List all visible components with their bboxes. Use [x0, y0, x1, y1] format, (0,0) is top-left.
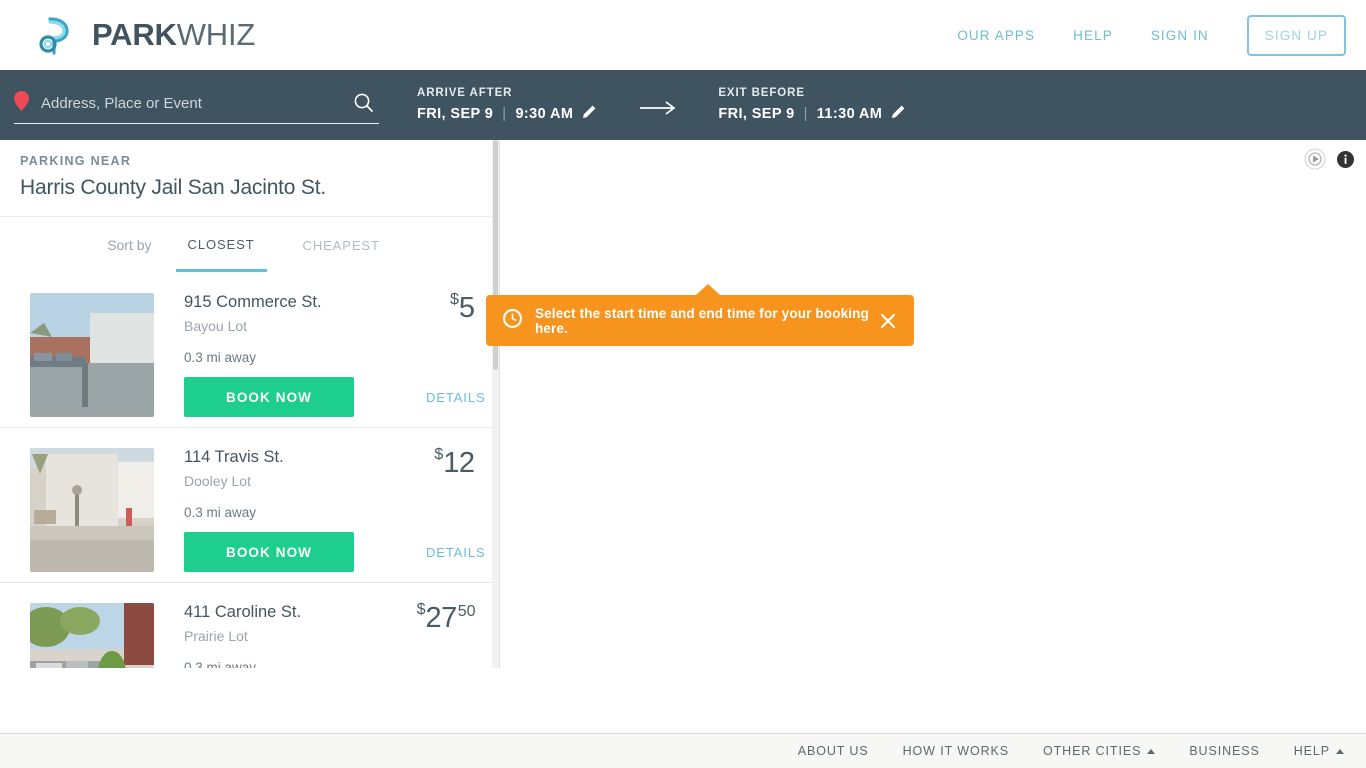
listing-distance: 0.3 mi away [184, 505, 257, 520]
parkwhiz-logo-icon [34, 11, 82, 59]
listing-distance: 0.3 mi away [184, 350, 257, 365]
map-canvas[interactable] [500, 140, 1366, 668]
primary-nav: OUR APPS HELP SIGN IN SIGN UP [957, 14, 1346, 56]
results-panel: PARKING NEAR Harris County Jail San Jaci… [0, 140, 500, 668]
panel-header: PARKING NEAR Harris County Jail San Jaci… [0, 140, 499, 216]
listing-info: 915 Commerce St. Bayou Lot 0.3 mi away B… [154, 291, 486, 417]
book-now-button[interactable]: BOOK NOW [184, 377, 354, 417]
site-header: PARKWHIZ OUR APPS HELP SIGN IN SIGN UP [0, 0, 1366, 70]
search-bar: ARRIVE AFTER FRI, SEP 9 | 9:30 AM EXIT B… [0, 70, 1366, 140]
pencil-icon[interactable] [582, 105, 596, 123]
listing-lot-name: Bayou Lot [184, 318, 248, 334]
listing-price: $5 [450, 291, 476, 325]
street-view-pegman-icon[interactable] [1304, 148, 1326, 175]
logo[interactable]: PARKWHIZ [34, 11, 255, 59]
site-footer: ABOUT US HOW IT WORKS OTHER CITIES BUSIN… [0, 733, 1366, 768]
exit-separator: | [803, 106, 808, 122]
listing-distance: 0.3 mi away [184, 660, 257, 668]
listing-info: 114 Travis St. Dooley Lot 0.3 mi away BO… [154, 446, 486, 572]
footer-link-label: BUSINESS [1189, 744, 1260, 758]
logo-wordmark: PARKWHIZ [92, 17, 255, 53]
exit-date: FRI, SEP 9 [718, 106, 795, 122]
logo-park: PARK [92, 17, 177, 52]
nav-help[interactable]: HELP [1073, 28, 1113, 43]
listing-thumbnail[interactable] [30, 448, 154, 572]
search-icon[interactable] [348, 93, 379, 115]
footer-other-cities[interactable]: OTHER CITIES [1043, 744, 1156, 758]
footer-link-label: HOW IT WORKS [902, 744, 1009, 758]
map-controls [1304, 148, 1354, 175]
details-link[interactable]: DETAILS [426, 545, 486, 560]
listing-actions: BOOK NOW DETAILS [184, 532, 486, 572]
tab-closest[interactable]: CLOSEST [175, 219, 267, 272]
exit-before-block[interactable]: EXIT BEFORE FRI, SEP 9 | 11:30 AM [718, 87, 905, 123]
list-item[interactable]: 915 Commerce St. Bayou Lot 0.3 mi away B… [0, 273, 499, 428]
arrive-after-block[interactable]: ARRIVE AFTER FRI, SEP 9 | 9:30 AM [417, 87, 596, 123]
nav-our-apps[interactable]: OUR APPS [957, 28, 1035, 43]
clock-icon [503, 308, 522, 333]
results-scrollbar[interactable] [492, 140, 499, 668]
footer-help[interactable]: HELP [1294, 744, 1344, 758]
exit-before-label: EXIT BEFORE [718, 87, 805, 99]
booking-times: ARRIVE AFTER FRI, SEP 9 | 9:30 AM EXIT B… [417, 87, 905, 123]
sort-by-label: Sort by [107, 237, 152, 253]
arrive-date: FRI, SEP 9 [417, 106, 494, 122]
listing-info: 411 Caroline St. Prairie Lot 0.3 mi away… [154, 601, 486, 668]
price-currency: $ [434, 446, 444, 463]
price-whole: 12 [443, 447, 475, 479]
tooltip-banner: Select the start time and end time for y… [486, 284, 914, 346]
listing-price: $2750 [417, 601, 476, 635]
price-cents: 50 [457, 603, 476, 620]
main-content: PARKING NEAR Harris County Jail San Jaci… [0, 140, 1366, 668]
details-link[interactable]: DETAILS [426, 390, 486, 405]
chevron-up-icon [1147, 748, 1156, 754]
close-x-icon[interactable] [878, 313, 898, 329]
listing-address: 915 Commerce St. [184, 293, 322, 311]
map-pin-icon [14, 91, 29, 116]
exit-time: 11:30 AM [816, 106, 883, 122]
info-circle-icon[interactable] [1337, 150, 1354, 173]
arrive-after-value: FRI, SEP 9 | 9:30 AM [417, 105, 596, 123]
sort-controls: Sort by CLOSEST CHEAPEST [0, 216, 499, 273]
footer-link-label: ABOUT US [797, 744, 869, 758]
page-title: Harris County Jail San Jacinto St. [20, 176, 326, 199]
listing-thumbnail[interactable] [30, 293, 154, 417]
search-input[interactable] [41, 95, 348, 112]
tooltip-text: Select the start time and end time for y… [535, 305, 869, 336]
price-whole: 5 [458, 292, 475, 324]
list-item[interactable]: 114 Travis St. Dooley Lot 0.3 mi away BO… [0, 428, 499, 583]
list-item[interactable]: 411 Caroline St. Prairie Lot 0.3 mi away… [0, 583, 499, 668]
logo-whiz: WHIZ [176, 17, 256, 52]
arrive-separator: | [502, 106, 507, 122]
exit-before-value: FRI, SEP 9 | 11:30 AM [718, 105, 905, 123]
nav-sign-in[interactable]: SIGN IN [1151, 28, 1209, 43]
pencil-icon[interactable] [891, 105, 905, 123]
price-whole: 27 [425, 602, 457, 634]
footer-link-label: HELP [1293, 744, 1330, 758]
footer-how-it-works[interactable]: HOW IT WORKS [903, 744, 1009, 758]
sign-up-button[interactable]: SIGN UP [1246, 14, 1346, 56]
listing-price: $12 [434, 446, 475, 480]
listing-thumbnail[interactable] [30, 603, 154, 668]
footer-about-us[interactable]: ABOUT US [798, 744, 869, 758]
arrive-after-label: ARRIVE AFTER [417, 87, 513, 99]
listing-actions: BOOK NOW DETAILS [184, 377, 486, 417]
location-search-field[interactable] [14, 86, 379, 124]
price-currency: $ [449, 291, 459, 308]
parking-near-label: PARKING NEAR [20, 154, 132, 168]
chevron-up-icon [1336, 748, 1344, 754]
book-now-button[interactable]: BOOK NOW [184, 532, 354, 572]
arrive-time: 9:30 AM [515, 106, 574, 122]
footer-business[interactable]: BUSINESS [1189, 744, 1259, 758]
arrow-right-icon [640, 100, 678, 121]
tab-cheapest[interactable]: CHEAPEST [291, 220, 392, 270]
footer-link-label: OTHER CITIES [1043, 744, 1142, 758]
